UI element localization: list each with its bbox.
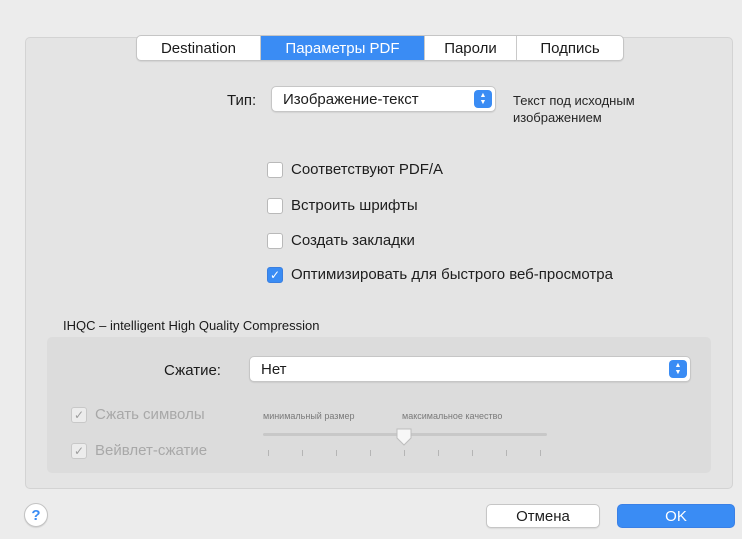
fast-web-view-option[interactable]: ✓ Оптимизировать для быстрого веб-просмо… [267,266,613,283]
slider-tick [540,450,541,456]
tab-destination[interactable]: Destination [137,36,261,60]
checkmark-icon: ✓ [73,407,85,422]
scale-min-label: минимальный размер [263,411,355,421]
checkmark-icon: ✓ [73,443,85,458]
tab-passwords[interactable]: Пароли [425,36,517,60]
bookmarks-checkbox[interactable] [267,232,283,249]
checkmark-icon: ✓ [269,267,281,282]
up-down-chevron-icon: ▲ ▼ [474,90,492,108]
pdfa-checkbox[interactable] [267,161,283,178]
compress-symbols-checkbox: ✓ [71,406,87,423]
compress-symbols-option: ✓ Сжать символы [71,406,205,423]
type-hint-line2: изображением [513,110,602,125]
type-hint: Текст под исходным изображением [513,92,635,126]
pdfa-label: Соответствуют PDF/A [291,161,444,178]
type-select[interactable]: Изображение-текст ▲ ▼ [271,86,496,112]
slider-tick [438,450,439,456]
slider-tick [336,450,337,456]
quality-slider-thumb [396,428,412,446]
tab-pdf-settings[interactable]: Параметры PDF [261,36,425,60]
slider-tick [472,450,473,456]
type-select-value: Изображение-текст [283,90,419,108]
wavelet-label: Вейвлет-сжатие [95,442,208,459]
compression-select[interactable]: Нет ▲ ▼ [249,356,691,382]
bookmarks-label: Создать закладки [291,232,415,249]
wavelet-option: ✓ Вейвлет-сжатие [71,442,207,459]
ok-button[interactable]: OK [617,504,735,528]
embed-fonts-option[interactable]: Встроить шрифты [267,197,418,214]
compression-select-value: Нет [261,360,287,378]
bookmarks-option[interactable]: Создать закладки [267,232,415,249]
wavelet-checkbox: ✓ [71,442,87,459]
type-hint-line1: Текст под исходным [513,93,635,108]
pdfa-option[interactable]: Соответствуют PDF/A [267,161,443,178]
type-label: Тип: [227,92,257,109]
fast-web-view-checkbox[interactable]: ✓ [267,266,283,283]
compression-label: Сжатие: [164,362,221,379]
cancel-button[interactable]: Отмена [486,504,600,528]
embed-fonts-checkbox[interactable] [267,197,283,214]
slider-tick [268,450,269,456]
help-button[interactable]: ? [24,503,48,527]
ihqc-title: IHQC – intelligent High Quality Compress… [63,318,320,333]
slider-tick [302,450,303,456]
tab-bar: Destination Параметры PDF Пароли Подпись [136,35,624,61]
tab-signature[interactable]: Подпись [517,36,623,60]
question-icon: ? [31,506,41,524]
slider-tick [370,450,371,456]
scale-max-label: максимальное качество [402,411,503,421]
embed-fonts-label: Встроить шрифты [291,197,418,214]
fast-web-view-label: Оптимизировать для быстрого веб-просмотр… [291,266,613,283]
up-down-chevron-icon: ▲ ▼ [669,360,687,378]
slider-tick [404,450,405,456]
compress-symbols-label: Сжать символы [95,406,205,423]
slider-tick [506,450,507,456]
